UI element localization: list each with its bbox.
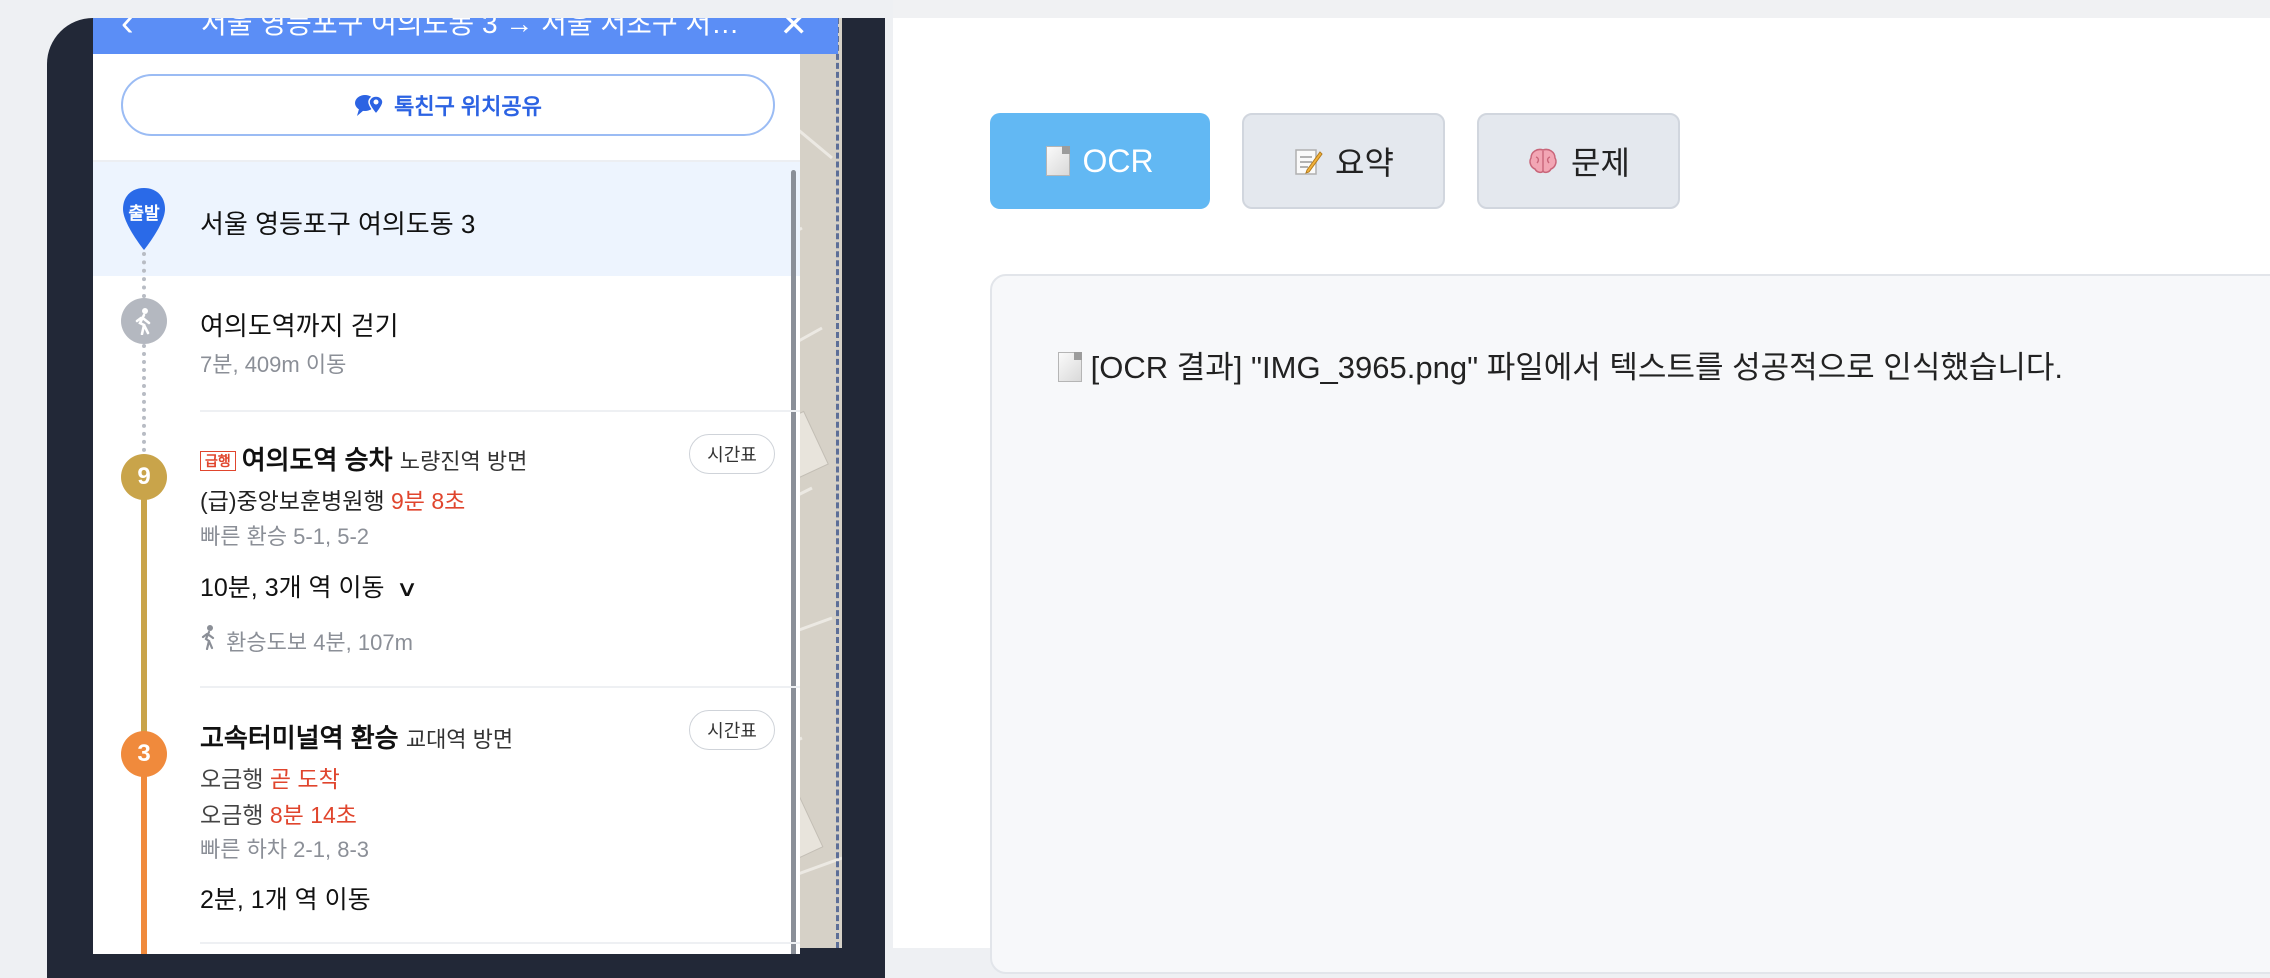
transfer-walk-text: 환승도보 4분, 107m	[226, 630, 413, 655]
chevron-down-icon: ∨	[396, 576, 419, 601]
leg2-direction: 교대역 방면	[405, 727, 514, 752]
line-9-bar	[141, 474, 147, 749]
route-title: 서울 영등포구 여의도동 3 → 서울 서초구 서…	[201, 18, 740, 39]
timetable-button[interactable]: 시간표	[689, 710, 775, 750]
leg1-ride: 10분, 3개 역 이동	[200, 574, 385, 602]
divider	[200, 942, 800, 944]
document-icon	[1046, 146, 1071, 176]
ocr-result: [OCR 결과] "IMG_3965.png" 파일에서 텍스트를 성공적으로 …	[1058, 342, 2063, 387]
tab-questions-label: 문제	[1571, 145, 1630, 181]
share-button-label: 톡친구 위치공유	[394, 94, 542, 119]
walk-icon	[121, 298, 167, 344]
share-location-button[interactable]: 톡친구 위치공유	[121, 74, 775, 136]
start-address: 서울 영등포구 여의도동 3	[200, 209, 476, 239]
leg2-train1-name: 오금행	[200, 766, 264, 792]
tab-summary-label: 요약	[1335, 145, 1394, 181]
line-3-bar	[141, 752, 147, 954]
tab-ocr[interactable]: OCR	[990, 113, 1210, 209]
route-nav-bar: ‹ 서울 영등포구 여의도동 3 → 서울 서초구 서… ✕	[93, 18, 838, 54]
tab-questions[interactable]: 문제	[1477, 113, 1680, 209]
walk-path-dots	[142, 252, 146, 298]
document-icon	[1058, 352, 1082, 382]
walk-detail: 7분, 409m 이동	[200, 352, 347, 377]
leg2-fast-exit: 빠른 하차 2-1, 8-3	[200, 837, 370, 862]
line-3-badge: 3	[121, 731, 167, 777]
leg1-train: (급)중앙보훈병원행 9분 8초	[200, 482, 465, 516]
screen-edge-right	[836, 18, 839, 948]
leg1-ride-toggle[interactable]: 10분, 3개 역 이동 ∨	[200, 568, 419, 604]
leg1-arrival: 9분 8초	[391, 488, 466, 514]
ocr-result-text: [OCR 결과] "IMG_3965.png" 파일에서 텍스트를 성공적으로 …	[1090, 350, 2064, 385]
divider	[200, 686, 800, 688]
leg2-station-name: 고속터미널역 환승	[200, 723, 399, 753]
express-badge: 급행	[200, 451, 236, 471]
leg2-ride: 2분, 1개 역 이동	[200, 886, 371, 914]
leg1-fast-transfer: 빠른 환승 5-1, 5-2	[200, 524, 370, 549]
chevron-left-icon[interactable]: ‹	[121, 18, 134, 42]
brain-icon	[1529, 148, 1557, 174]
leg2-train2-arrival: 8분 14초	[269, 802, 357, 828]
line-9-badge: 9	[121, 454, 167, 500]
transfer-walk: 환승도보 4분, 107m	[200, 624, 413, 657]
route-detail-panel: 톡친구 위치공유 출발 서울 영등포구 여의도동 3 여의도역까지 걷기 7분,…	[93, 54, 800, 954]
leg1-direction: 노량진역 방면	[399, 449, 528, 474]
tab-summary[interactable]: 요약	[1242, 113, 1445, 209]
memo-icon	[1295, 149, 1323, 175]
divider	[200, 410, 800, 412]
tab-ocr-label: OCR	[1082, 142, 1154, 179]
leg2-train2-name: 오금행	[200, 802, 264, 828]
location-share-icon	[355, 95, 384, 116]
leg2-train1-arrival: 곧 도착	[269, 766, 340, 792]
leg2-train-1: 오금행 곧 도착	[200, 760, 340, 794]
leg1-station: 급행 여의도역 승차 노량진역 방면	[200, 440, 527, 477]
walk-small-icon	[200, 624, 220, 656]
leg1-train-name: (급)중앙보훈병원행	[200, 488, 385, 514]
walk-title: 여의도역까지 걷기	[200, 311, 399, 341]
leg2-station: 고속터미널역 환승 교대역 방면	[200, 718, 513, 755]
leg1-station-name: 여의도역 승차	[241, 445, 393, 475]
timetable-button[interactable]: 시간표	[689, 434, 775, 474]
start-pin-label: 출발	[128, 204, 160, 223]
close-icon[interactable]: ✕	[780, 18, 809, 44]
leg2-train-2: 오금행 8분 14초	[200, 796, 357, 830]
top-strip	[893, 0, 2270, 18]
list-scrollbar[interactable]	[791, 170, 796, 954]
